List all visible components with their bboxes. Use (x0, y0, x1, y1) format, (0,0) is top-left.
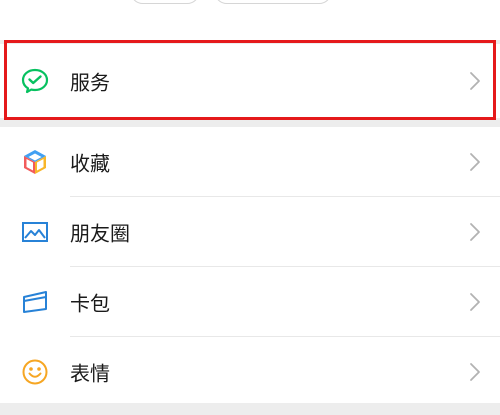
chevron-right-icon (470, 223, 480, 241)
cube-icon (21, 148, 49, 176)
menu-item-favorites[interactable]: 收藏 (0, 127, 500, 197)
services-card: 服务 (0, 44, 500, 118)
chevron-right-icon (470, 363, 480, 381)
menu-item-label: 表情 (70, 361, 110, 386)
photo-icon (21, 218, 49, 246)
menu-item-label: 服务 (70, 70, 110, 95)
menu-item-moments[interactable]: 朋友圈 (0, 197, 500, 267)
top-pill-button-right[interactable] (214, 0, 332, 4)
card-wallet-icon (21, 288, 49, 316)
top-area (0, 0, 500, 40)
smiley-icon (21, 358, 49, 386)
menu-list-card: 收藏 朋友圈 卡包 表情 (0, 127, 500, 403)
chevron-right-icon (470, 293, 480, 311)
menu-item-stickers[interactable]: 表情 (0, 337, 500, 407)
menu-item-services[interactable]: 服务 (0, 46, 500, 116)
wechat-pay-icon (21, 67, 49, 95)
chevron-right-icon (470, 72, 480, 90)
top-pill-button-left[interactable] (130, 0, 200, 4)
chevron-right-icon (470, 153, 480, 171)
menu-item-label: 卡包 (70, 291, 110, 316)
menu-item-label: 朋友圈 (70, 221, 130, 246)
menu-item-cards[interactable]: 卡包 (0, 267, 500, 337)
menu-item-label: 收藏 (70, 151, 110, 176)
